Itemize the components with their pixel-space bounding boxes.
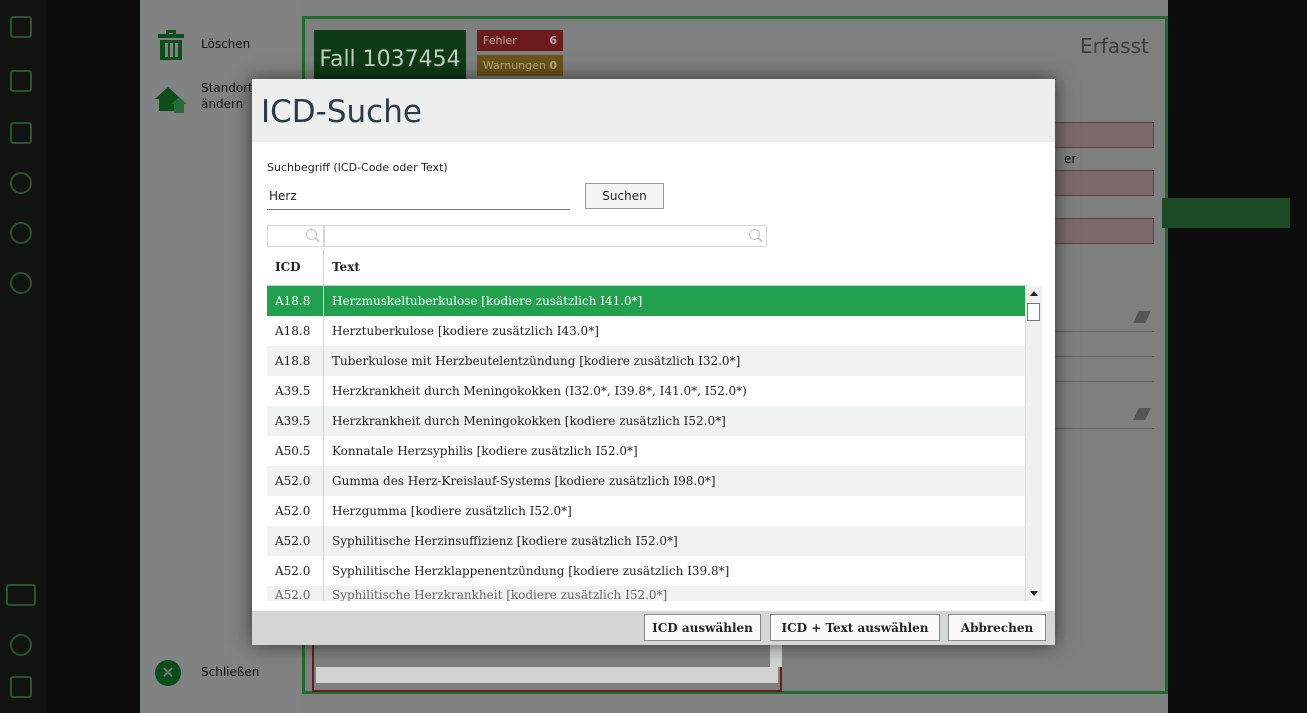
errors-label: Fehler xyxy=(483,34,517,47)
dialog-header: ICD-Suche xyxy=(252,79,1055,142)
dialog-footer: ICD auswählen ICD + Text auswählen Abbre… xyxy=(252,611,1055,645)
id-card-icon[interactable] xyxy=(6,584,36,606)
text-cell: Herzgumma [kodiere zusätzlich I52.0*] xyxy=(332,504,572,518)
icd-cell: A52.0 xyxy=(267,586,324,601)
edit-field-2[interactable] xyxy=(1040,402,1154,429)
change-location-label-1[interactable]: Standort xyxy=(201,81,253,95)
case-status: Erfasst xyxy=(1080,34,1149,58)
import-icon[interactable] xyxy=(10,16,32,38)
pencil-icon xyxy=(1133,311,1151,323)
table-header-row: ICD Text xyxy=(267,249,1027,286)
text-filter-input[interactable] xyxy=(324,225,767,247)
text-cell: Herzkrankheit durch Meningokokken (I32.0… xyxy=(332,384,747,398)
column-filter-row xyxy=(267,225,767,247)
icd-cell: A52.0 xyxy=(267,496,324,526)
close-icon[interactable]: ✕ xyxy=(155,660,181,686)
table-row[interactable]: A18.8 Tuberkulose mit Herzbeutelentzündu… xyxy=(267,346,1027,376)
app-left-rail xyxy=(0,0,46,713)
search-button[interactable]: Suchen xyxy=(585,183,664,209)
required-field-3[interactable] xyxy=(1040,218,1154,244)
edit-field-1[interactable] xyxy=(1040,305,1154,332)
table-row[interactable]: A18.8 Herzmuskeltuberkulose [kodiere zus… xyxy=(267,285,1027,316)
logout-icon[interactable] xyxy=(10,676,32,698)
column-header-text[interactable]: Text xyxy=(323,249,1027,286)
search-input[interactable] xyxy=(267,183,570,210)
text-cell: Herztuberkulose [kodiere zusätzlich I43.… xyxy=(332,324,599,338)
warnings-label: Warnungen xyxy=(483,59,546,72)
sync-icon[interactable] xyxy=(10,222,32,244)
field-label-fragment: er xyxy=(1064,152,1077,166)
bottom-list-panel xyxy=(312,640,782,692)
icd-cell: A18.8 xyxy=(267,285,324,316)
icd-filter-input[interactable] xyxy=(267,225,324,247)
table-row[interactable]: A52.0 Syphilitische Herzklappenentzündun… xyxy=(267,556,1027,586)
horizontal-scrollbar[interactable] xyxy=(316,667,778,683)
search-document-icon[interactable] xyxy=(10,122,32,144)
required-field-2[interactable] xyxy=(1040,170,1154,196)
text-cell: Herzkrankheit durch Meningokokken [kodie… xyxy=(323,406,1027,436)
table-row[interactable]: A52.0 Gumma des Herz-Kreislauf-Systems [… xyxy=(267,466,1027,496)
icd-cell: A39.5 xyxy=(267,376,324,406)
icd-cell: A52.0 xyxy=(267,466,324,496)
table-row[interactable]: A39.5 Herzkrankheit durch Meningokokken … xyxy=(267,406,1027,436)
text-cell: Konnatale Herzsyphilis [kodiere zusätzli… xyxy=(332,444,638,458)
forward-icon[interactable] xyxy=(10,172,32,194)
scroll-down-icon[interactable] xyxy=(1030,591,1038,596)
scroll-up-icon[interactable] xyxy=(1030,291,1038,296)
warnings-badge[interactable]: Warnungen 0 xyxy=(477,55,563,76)
pencil-icon xyxy=(1133,408,1151,420)
select-icd-text-button[interactable]: ICD + Text auswählen xyxy=(770,614,940,641)
icd-cell: A18.8 xyxy=(267,316,324,346)
table-row[interactable]: A50.5 Konnatale Herzsyphilis [kodiere zu… xyxy=(267,436,1027,466)
history-icon[interactable] xyxy=(10,272,32,294)
home-location-icon[interactable] xyxy=(153,84,187,114)
column-header-icd[interactable]: ICD xyxy=(267,249,324,286)
required-field-1[interactable] xyxy=(1040,122,1154,148)
table-row[interactable]: A18.8 Herztuberkulose [kodiere zusätzlic… xyxy=(267,316,1027,346)
icd-cell: A18.8 xyxy=(267,346,324,376)
cancel-button[interactable]: Abbrechen xyxy=(948,614,1046,641)
search-icon xyxy=(306,229,317,240)
select-icd-button[interactable]: ICD auswählen xyxy=(644,614,761,641)
help-icon[interactable] xyxy=(10,634,32,656)
table-row[interactable]: A52.0 Herzgumma [kodiere zusätzlich I52.… xyxy=(267,496,1027,526)
text-field-2[interactable] xyxy=(1040,330,1154,357)
trash-icon[interactable] xyxy=(157,30,185,60)
small-vertical-scrollbar[interactable] xyxy=(770,645,782,667)
text-cell: Syphilitische Herzkrankheit [kodiere zus… xyxy=(323,586,1027,601)
text-cell: Tuberkulose mit Herzbeutelentzündung [ko… xyxy=(323,346,1027,376)
icd-cell: A39.5 xyxy=(267,406,324,436)
search-icon xyxy=(749,229,760,240)
text-cell: Herzmuskeltuberkulose [kodiere zusätzlic… xyxy=(323,285,1027,316)
dialog-title: ICD-Suche xyxy=(261,94,422,130)
background-action-button[interactable] xyxy=(1162,198,1290,228)
results-table: ICD Text A18.8 Herzmuskeltuberkulose [ko… xyxy=(267,249,1040,601)
text-cell: Gumma des Herz-Kreislauf-Systems [kodier… xyxy=(323,466,1027,496)
table-row[interactable]: A52.0 Syphilitische Herzinsuffizienz [ko… xyxy=(267,526,1027,556)
text-cell: Syphilitische Herzinsuffizienz [kodiere … xyxy=(323,526,1027,556)
text-field-3[interactable] xyxy=(1040,355,1154,382)
delete-label[interactable]: Löschen xyxy=(201,37,250,51)
scroll-thumb[interactable] xyxy=(1027,303,1040,321)
results-vertical-scrollbar[interactable] xyxy=(1025,286,1042,601)
text-cell: Syphilitische Herzklappenentzündung [kod… xyxy=(332,564,730,578)
errors-badge[interactable]: Fehler 6 xyxy=(477,30,563,51)
search-label: Suchbegriff (ICD-Code oder Text) xyxy=(267,161,448,174)
new-document-icon[interactable] xyxy=(10,70,32,92)
table-row[interactable]: A39.5 Herzkrankheit durch Meningokokken … xyxy=(267,376,1027,406)
icd-cell: A52.0 xyxy=(267,526,324,556)
icd-search-dialog: ICD-Suche Suchbegriff (ICD-Code oder Tex… xyxy=(252,79,1055,645)
warnings-count: 0 xyxy=(549,59,557,72)
errors-count: 6 xyxy=(549,34,557,47)
icd-cell: A52.0 xyxy=(267,556,324,586)
table-row[interactable]: A52.0 Syphilitische Herzkrankheit [kodie… xyxy=(267,586,1027,601)
icd-cell: A50.5 xyxy=(267,436,324,466)
close-label[interactable]: Schließen xyxy=(201,665,259,679)
change-location-label-2[interactable]: ändern xyxy=(201,97,243,111)
